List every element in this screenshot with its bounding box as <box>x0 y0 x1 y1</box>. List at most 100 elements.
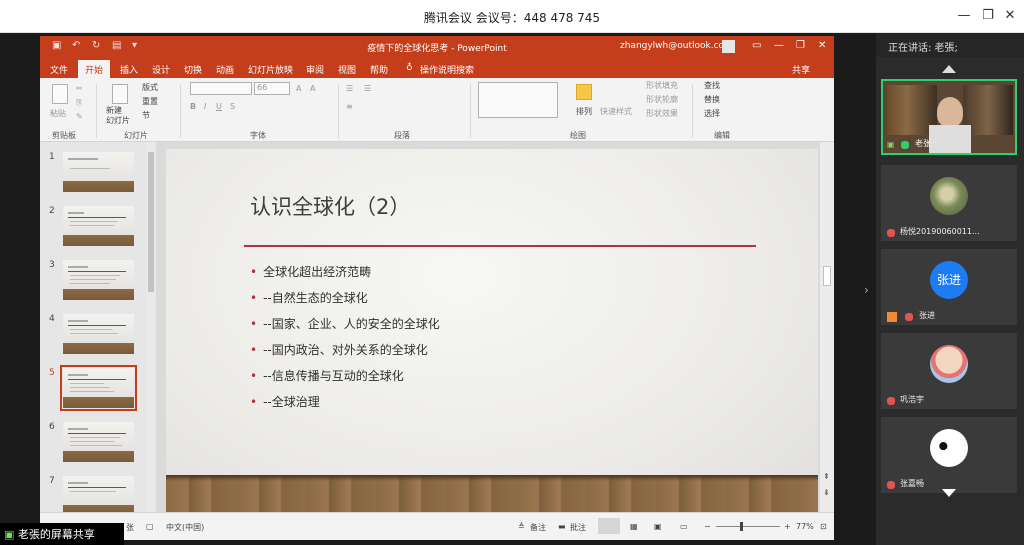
slide-thumbnail[interactable] <box>63 314 134 354</box>
participant-tile[interactable]: 张进 张进 <box>881 249 1017 325</box>
tab-help[interactable]: 帮助 <box>370 63 388 76</box>
arrange-button[interactable]: 排列 <box>576 106 592 117</box>
zoom-out-icon[interactable]: − <box>704 522 711 531</box>
strikethrough-icon[interactable]: S <box>230 102 235 111</box>
select-button[interactable]: 选择 <box>704 108 720 119</box>
zoom-slider[interactable] <box>716 526 780 527</box>
participant-tile[interactable]: 巩浩宇 <box>881 333 1017 409</box>
new-slide-button[interactable]: 新建 幻灯片 <box>106 106 130 126</box>
bold-icon[interactable]: B <box>190 102 196 111</box>
participant-tile[interactable]: ▣ 老张 <box>881 79 1017 155</box>
tab-home[interactable]: 开始 <box>78 60 111 78</box>
slide-sorter-icon[interactable]: ▦ <box>630 522 638 531</box>
bullet-item[interactable]: • --全球治理 <box>250 393 320 410</box>
collapse-sidebar-icon[interactable]: › <box>864 283 869 297</box>
layout-button[interactable]: 版式 <box>142 82 158 93</box>
comments-button[interactable]: 批注 <box>570 522 586 533</box>
participant-avatar: 张进 <box>930 261 968 299</box>
scroll-down-icon[interactable] <box>942 489 956 497</box>
reset-button[interactable]: 重置 <box>142 96 158 107</box>
zoom-level[interactable]: 77% <box>796 522 814 531</box>
slideshow-view-icon[interactable]: ▭ <box>680 522 688 531</box>
current-slide[interactable]: 认识全球化（2） • 全球化超出经济范畴 • --自然生态的全球化 • --国家、企业… <box>166 149 818 514</box>
paste-button[interactable]: 粘贴 <box>50 108 66 119</box>
next-slide-icon[interactable]: ⇟ <box>823 488 830 497</box>
thumbnail-scrollbar[interactable] <box>146 142 156 512</box>
bullet-dot: • <box>250 369 258 383</box>
minimize-icon[interactable]: — <box>774 40 784 51</box>
shapes-gallery[interactable] <box>478 82 558 118</box>
fit-slide-icon[interactable]: ⊡ <box>820 522 827 531</box>
avatar-icon[interactable] <box>722 40 735 53</box>
paste-icon[interactable] <box>52 84 68 104</box>
tab-file[interactable]: 文件 <box>50 63 68 76</box>
font-shrink-icon[interactable]: A <box>310 84 315 93</box>
copy-icon[interactable]: ⎘ <box>76 98 82 108</box>
bullet-item[interactable]: • --国家、企业、人的安全的全球化 <box>250 315 440 332</box>
restore-icon[interactable]: ❐ <box>796 40 805 51</box>
zoom-slider-thumb[interactable] <box>740 522 743 531</box>
tab-review[interactable]: 审阅 <box>306 63 324 76</box>
new-slide-icon[interactable] <box>112 84 128 104</box>
close-icon[interactable]: ✕ <box>1000 8 1020 23</box>
tell-me-search[interactable]: 操作说明搜索 <box>420 63 474 76</box>
section-button[interactable]: 节 <box>142 110 150 121</box>
tab-transitions[interactable]: 切换 <box>184 63 202 76</box>
reading-view-icon[interactable]: ▣ <box>654 522 662 531</box>
screen-share-icon: ▣ <box>887 140 895 149</box>
prev-slide-icon[interactable]: ⇞ <box>823 472 830 481</box>
cut-icon[interactable]: ✂ <box>76 84 83 93</box>
tab-slideshow[interactable]: 幻灯片放映 <box>248 63 293 76</box>
share-button[interactable]: 共享 <box>792 63 810 76</box>
slide-scrollbar[interactable]: ⇞ ⇟ <box>820 142 834 512</box>
tab-insert[interactable]: 插入 <box>120 63 138 76</box>
ribbon-display-icon[interactable]: ▭ <box>752 40 761 51</box>
font-size-select[interactable]: 66 <box>254 82 290 95</box>
normal-view-icon[interactable] <box>598 518 620 534</box>
spellcheck-icon[interactable]: ▢ <box>146 522 154 531</box>
underline-icon[interactable]: U <box>216 102 222 111</box>
bullet-dot: • <box>250 265 258 279</box>
tab-animations[interactable]: 动画 <box>216 63 234 76</box>
arrange-icon[interactable] <box>576 84 592 100</box>
bullet-item[interactable]: • --自然生态的全球化 <box>250 289 368 306</box>
shape-fill-button[interactable]: 形状填充 <box>646 80 678 91</box>
participant-tile[interactable]: 杨悦20190060011... <box>881 165 1017 241</box>
slide-thumbnail[interactable] <box>63 152 134 192</box>
bullet-item[interactable]: • 全球化超出经济范畴 <box>250 263 371 280</box>
participant-tile[interactable]: 张嘉畅 <box>881 417 1017 493</box>
scrollbar-thumb[interactable] <box>823 266 831 286</box>
slide-number: 6 <box>49 422 55 432</box>
slide-title[interactable]: 认识全球化（2） <box>250 191 410 221</box>
font-family-select[interactable] <box>190 82 252 95</box>
slide-thumbnail[interactable] <box>63 260 134 300</box>
numbering-icon[interactable]: ☰ <box>364 84 371 93</box>
font-grow-icon[interactable]: A <box>296 84 301 93</box>
close-icon[interactable]: ✕ <box>818 40 826 51</box>
account-email[interactable]: zhangylwh@outlook.com <box>620 41 733 51</box>
minimize-icon[interactable]: — <box>954 8 974 23</box>
scrollbar-thumb[interactable] <box>148 152 154 292</box>
restore-icon[interactable]: ❐ <box>978 8 998 23</box>
notes-button[interactable]: 备注 <box>530 522 546 533</box>
format-painter-icon[interactable]: ✎ <box>76 112 83 121</box>
bullet-item[interactable]: • --信息传播与互动的全球化 <box>250 367 404 384</box>
slide-thumbnail[interactable] <box>63 422 134 462</box>
zoom-in-icon[interactable]: + <box>784 522 791 531</box>
tab-view[interactable]: 视图 <box>338 63 356 76</box>
italic-icon[interactable]: I <box>204 102 206 111</box>
slide-thumbnail[interactable] <box>63 206 134 246</box>
slide-thumbnail[interactable] <box>63 476 134 516</box>
scroll-up-icon[interactable] <box>942 65 956 73</box>
slide-thumbnail-selected[interactable] <box>60 365 137 411</box>
shape-effects-button[interactable]: 形状效果 <box>646 108 678 119</box>
find-button[interactable]: 查找 <box>704 80 720 91</box>
replace-button[interactable]: 替换 <box>704 94 720 105</box>
bullet-item[interactable]: • --国内政治、对外关系的全球化 <box>250 341 428 358</box>
shape-outline-button[interactable]: 形状轮廓 <box>646 94 678 105</box>
quick-styles-button[interactable]: 快速样式 <box>600 106 632 117</box>
bullets-icon[interactable]: ☰ <box>346 84 353 93</box>
tab-design[interactable]: 设计 <box>152 63 170 76</box>
align-icon[interactable]: ≡ <box>346 102 353 111</box>
language-indicator[interactable]: 中文(中国) <box>166 522 204 533</box>
